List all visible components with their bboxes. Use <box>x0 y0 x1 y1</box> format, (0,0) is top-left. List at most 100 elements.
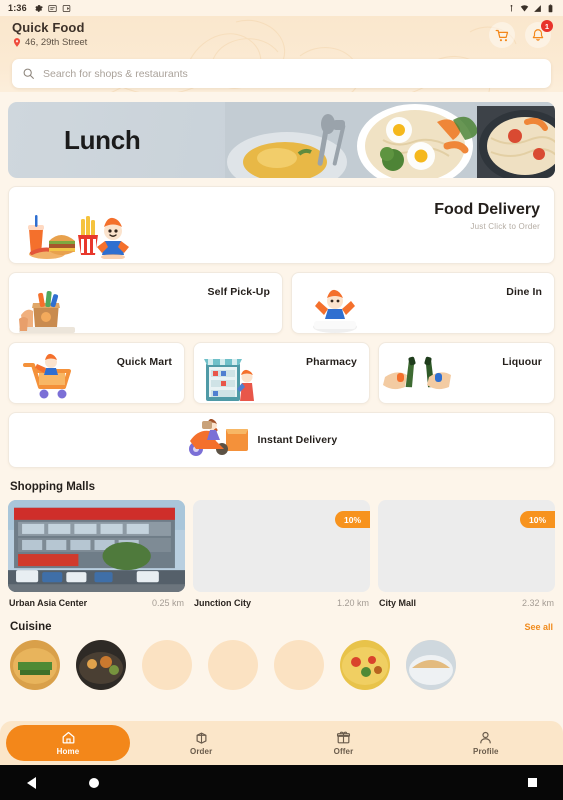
header-actions: 1 <box>489 20 553 48</box>
status-bar-time: 1:36 <box>8 3 27 13</box>
cast-icon <box>62 4 71 12</box>
delivery-address[interactable]: 46, 29th Street <box>12 37 87 48</box>
gear-icon <box>35 4 43 12</box>
food-delivery-card[interactable]: Food Delivery Just Click to Order <box>8 186 555 264</box>
cart-icon <box>495 29 508 41</box>
cuisine-item[interactable] <box>142 640 192 690</box>
service-label: Self Pick-Up <box>207 286 270 298</box>
cuisine-photo <box>406 640 456 690</box>
nav-item-order[interactable]: Order <box>130 725 272 761</box>
mall-meta: Urban Asia Center 0.25 km <box>8 598 185 608</box>
scooter-icon <box>188 419 248 456</box>
service-row-2: Self Pick-Up Dine In <box>8 272 555 334</box>
mall-distance: 1.20 km <box>336 598 369 608</box>
service-label: Quick Mart <box>116 356 172 368</box>
location-pin-icon <box>13 38 21 47</box>
cuisine-image <box>274 640 324 690</box>
mall-image: 10% <box>378 500 555 592</box>
mall-distance: 0.25 km <box>151 598 184 608</box>
lunch-banner[interactable]: Lunch <box>8 102 555 178</box>
service-row-3: Quick Mart Pharmacy Liquour <box>8 342 555 404</box>
cuisine-image <box>340 640 390 690</box>
header-top-row: Quick Food 46, 29th Street 1 <box>12 20 553 48</box>
brand-block: Quick Food 46, 29th Street <box>12 20 87 48</box>
section-title: Shopping Malls <box>10 481 95 493</box>
section-title: Cuisine <box>10 621 52 633</box>
nav-label: Order <box>190 747 213 756</box>
search-bar[interactable] <box>12 59 551 88</box>
mall-image: 10% <box>193 500 370 592</box>
back-icon[interactable] <box>27 776 36 789</box>
mall-distance: 2.32 km <box>521 598 554 608</box>
status-bar-left-icons <box>34 4 71 13</box>
service-card-pharmacy[interactable]: Pharmacy <box>193 342 370 404</box>
cuisine-image <box>406 640 456 690</box>
order-icon <box>196 732 207 744</box>
nav-label: Offer <box>333 747 354 756</box>
mall-name: Urban Asia Center <box>9 598 88 608</box>
bottom-navigation: Home Order Offer Profile <box>0 721 563 765</box>
cuisine-image <box>208 640 258 690</box>
service-row-4: Instant Delivery <box>8 412 555 468</box>
main-scroll-area[interactable]: Lunch Food Delivery Just Click to Order … <box>0 92 563 800</box>
service-card-liquour[interactable]: Liquour <box>378 342 555 404</box>
android-navigation-bar <box>0 765 563 800</box>
service-card-instant-delivery[interactable]: Instant Delivery <box>8 412 555 468</box>
battery-icon <box>548 4 553 12</box>
pharmacy-icon <box>204 359 254 401</box>
home-circle-icon[interactable] <box>89 777 99 788</box>
discount-badge: 10% <box>334 511 370 528</box>
lunch-banner-title: Lunch <box>64 124 141 155</box>
service-card-dine-in[interactable]: Dine In <box>291 272 555 334</box>
cart-button[interactable] <box>489 22 515 48</box>
cuisine-item[interactable] <box>208 640 258 690</box>
nav-label: Profile <box>473 747 499 756</box>
cuisine-item[interactable] <box>274 640 324 690</box>
discount-badge: 10% <box>519 511 555 528</box>
cuisine-item[interactable] <box>76 640 126 690</box>
brand-name: Quick Food <box>12 20 85 35</box>
cuisine-image <box>76 640 126 690</box>
nav-item-home[interactable]: Home <box>6 725 130 761</box>
service-label: Pharmacy <box>306 356 357 368</box>
service-label: Instant Delivery <box>257 434 338 446</box>
shopping-cart-icon <box>23 353 71 399</box>
mall-name: Junction City <box>194 598 252 608</box>
service-card-quick-mart[interactable]: Quick Mart <box>8 342 185 404</box>
food-delivery-illustration <box>28 215 129 259</box>
mall-meta: City Mall 2.32 km <box>378 598 555 608</box>
service-card-self-pickup[interactable]: Self Pick-Up <box>8 272 283 334</box>
usb-icon <box>510 4 513 11</box>
mall-name: City Mall <box>379 598 417 608</box>
mall-card[interactable]: Urban Asia Center 0.25 km <box>8 500 185 608</box>
home-icon <box>62 731 74 744</box>
shopping-malls-list: Urban Asia Center 0.25 km 10% Junction C… <box>8 500 555 608</box>
mall-photo <box>8 500 185 592</box>
mall-card[interactable]: 10% City Mall 2.32 km <box>378 500 555 608</box>
bottles-icon <box>383 356 451 390</box>
screen-record-icon <box>48 4 57 12</box>
nav-item-offer[interactable]: Offer <box>272 725 414 761</box>
app-root: 1:36 Quick Food 46, 29th Street 1 Search… <box>0 0 563 800</box>
cuisine-header: Cuisine See all <box>10 621 553 633</box>
shopping-malls-header: Shopping Malls <box>10 481 553 493</box>
lunch-banner-image <box>225 102 555 178</box>
dine-in-icon <box>313 289 357 333</box>
food-delivery-title: Food Delivery <box>434 201 540 218</box>
see-all-link[interactable]: See all <box>524 622 553 632</box>
mall-card[interactable]: 10% Junction City 1.20 km <box>193 500 370 608</box>
cuisine-item[interactable] <box>340 640 390 690</box>
recents-square-icon[interactable] <box>528 778 537 787</box>
search-icon <box>23 68 34 79</box>
notification-badge: 1 <box>541 20 553 32</box>
search-input[interactable] <box>43 67 541 80</box>
cuisine-item[interactable] <box>10 640 60 690</box>
service-label: Liquour <box>502 356 542 368</box>
nav-label: Home <box>56 747 80 756</box>
cuisine-list[interactable] <box>8 640 555 690</box>
status-bar: 1:36 <box>0 0 563 16</box>
cuisine-item[interactable] <box>406 640 456 690</box>
status-bar-right-icons <box>507 4 555 13</box>
notifications-button[interactable]: 1 <box>525 20 553 48</box>
nav-item-profile[interactable]: Profile <box>415 725 557 761</box>
